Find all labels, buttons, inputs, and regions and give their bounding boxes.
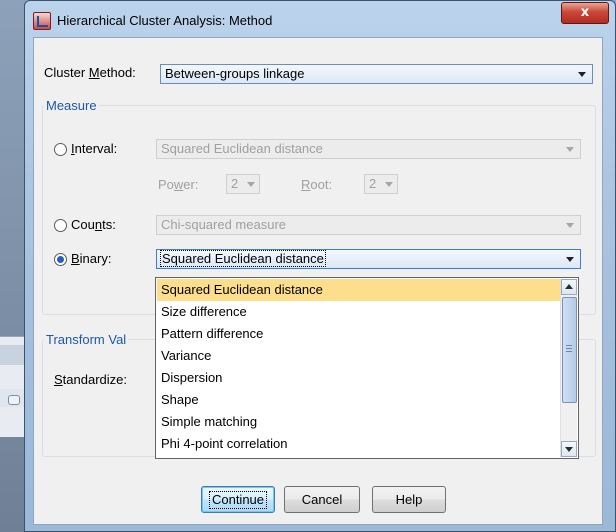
list-item[interactable]: Squared Euclidean distance	[157, 279, 561, 301]
cluster-method-label: Cluster Method:	[44, 65, 136, 80]
chevron-down-icon	[566, 147, 574, 152]
binary-label: Binary:	[71, 251, 112, 266]
list-item[interactable]: Simple matching	[157, 411, 561, 433]
binary-radio[interactable]	[54, 253, 67, 266]
cluster-method-select[interactable]: Between-groups linkage	[160, 64, 593, 84]
list-item[interactable]: Size difference	[157, 301, 561, 323]
power-value: 2	[231, 176, 239, 191]
power-select[interactable]: 2	[226, 174, 260, 194]
background-button-fragment	[8, 395, 20, 405]
counts-radio[interactable]	[54, 219, 67, 232]
scroll-up-arrow-icon[interactable]	[561, 279, 577, 295]
cluster-method-value: Between-groups linkage	[165, 66, 305, 81]
transform-values-group-title: Transform Val	[44, 332, 129, 347]
list-item[interactable]: Shape	[157, 389, 561, 411]
chevron-down-icon	[385, 182, 393, 187]
root-label: Root:	[301, 177, 333, 192]
spss-app-icon	[33, 12, 51, 30]
cancel-button-label: Cancel	[301, 492, 343, 507]
chevron-down-icon	[578, 72, 586, 77]
dropdown-scrollbar[interactable]	[560, 279, 577, 457]
title-bar[interactable]: Hierarchical Cluster Analysis: Method x	[25, 1, 615, 39]
interval-measure-select[interactable]: Squared Euclidean distance	[156, 139, 581, 159]
help-button-label: Help	[395, 492, 423, 507]
counts-measure-select[interactable]: Chi-squared measure	[156, 215, 581, 235]
continue-button-label: Continue	[208, 491, 268, 509]
root-value: 2	[369, 176, 377, 191]
chevron-down-icon	[247, 182, 255, 187]
counts-label: Counts:	[71, 217, 116, 232]
list-item[interactable]: Variance	[157, 345, 561, 367]
interval-radio[interactable]	[54, 143, 67, 156]
window-title: Hierarchical Cluster Analysis: Method	[57, 13, 273, 28]
scrollbar-thumb[interactable]	[562, 297, 577, 403]
binary-measure-value: Squared Euclidean distance	[160, 250, 326, 267]
counts-measure-value: Chi-squared measure	[161, 217, 287, 232]
list-item[interactable]: Pattern difference	[157, 323, 561, 345]
standardize-label: Standardize:	[54, 372, 127, 387]
close-button[interactable]: x	[561, 2, 609, 24]
continue-button[interactable]: Continue	[201, 486, 275, 513]
scroll-down-arrow-icon[interactable]	[561, 441, 577, 457]
cancel-button[interactable]: Cancel	[284, 486, 360, 513]
binary-measure-dropdown-list[interactable]: Squared Euclidean distance Size differen…	[155, 277, 579, 459]
list-item[interactable]: Dispersion	[157, 367, 561, 389]
root-select[interactable]: 2	[364, 174, 398, 194]
interval-measure-value: Squared Euclidean distance	[161, 141, 323, 156]
interval-label: Interval:	[71, 141, 118, 156]
binary-measure-select[interactable]: Squared Euclidean distance	[156, 249, 581, 269]
help-button[interactable]: Help	[372, 486, 446, 513]
power-label: Power:	[158, 177, 199, 192]
measure-group-title: Measure	[44, 98, 99, 113]
chevron-down-icon	[566, 223, 574, 228]
chevron-down-icon	[566, 257, 574, 262]
list-item[interactable]: Phi 4-point correlation	[157, 433, 561, 455]
